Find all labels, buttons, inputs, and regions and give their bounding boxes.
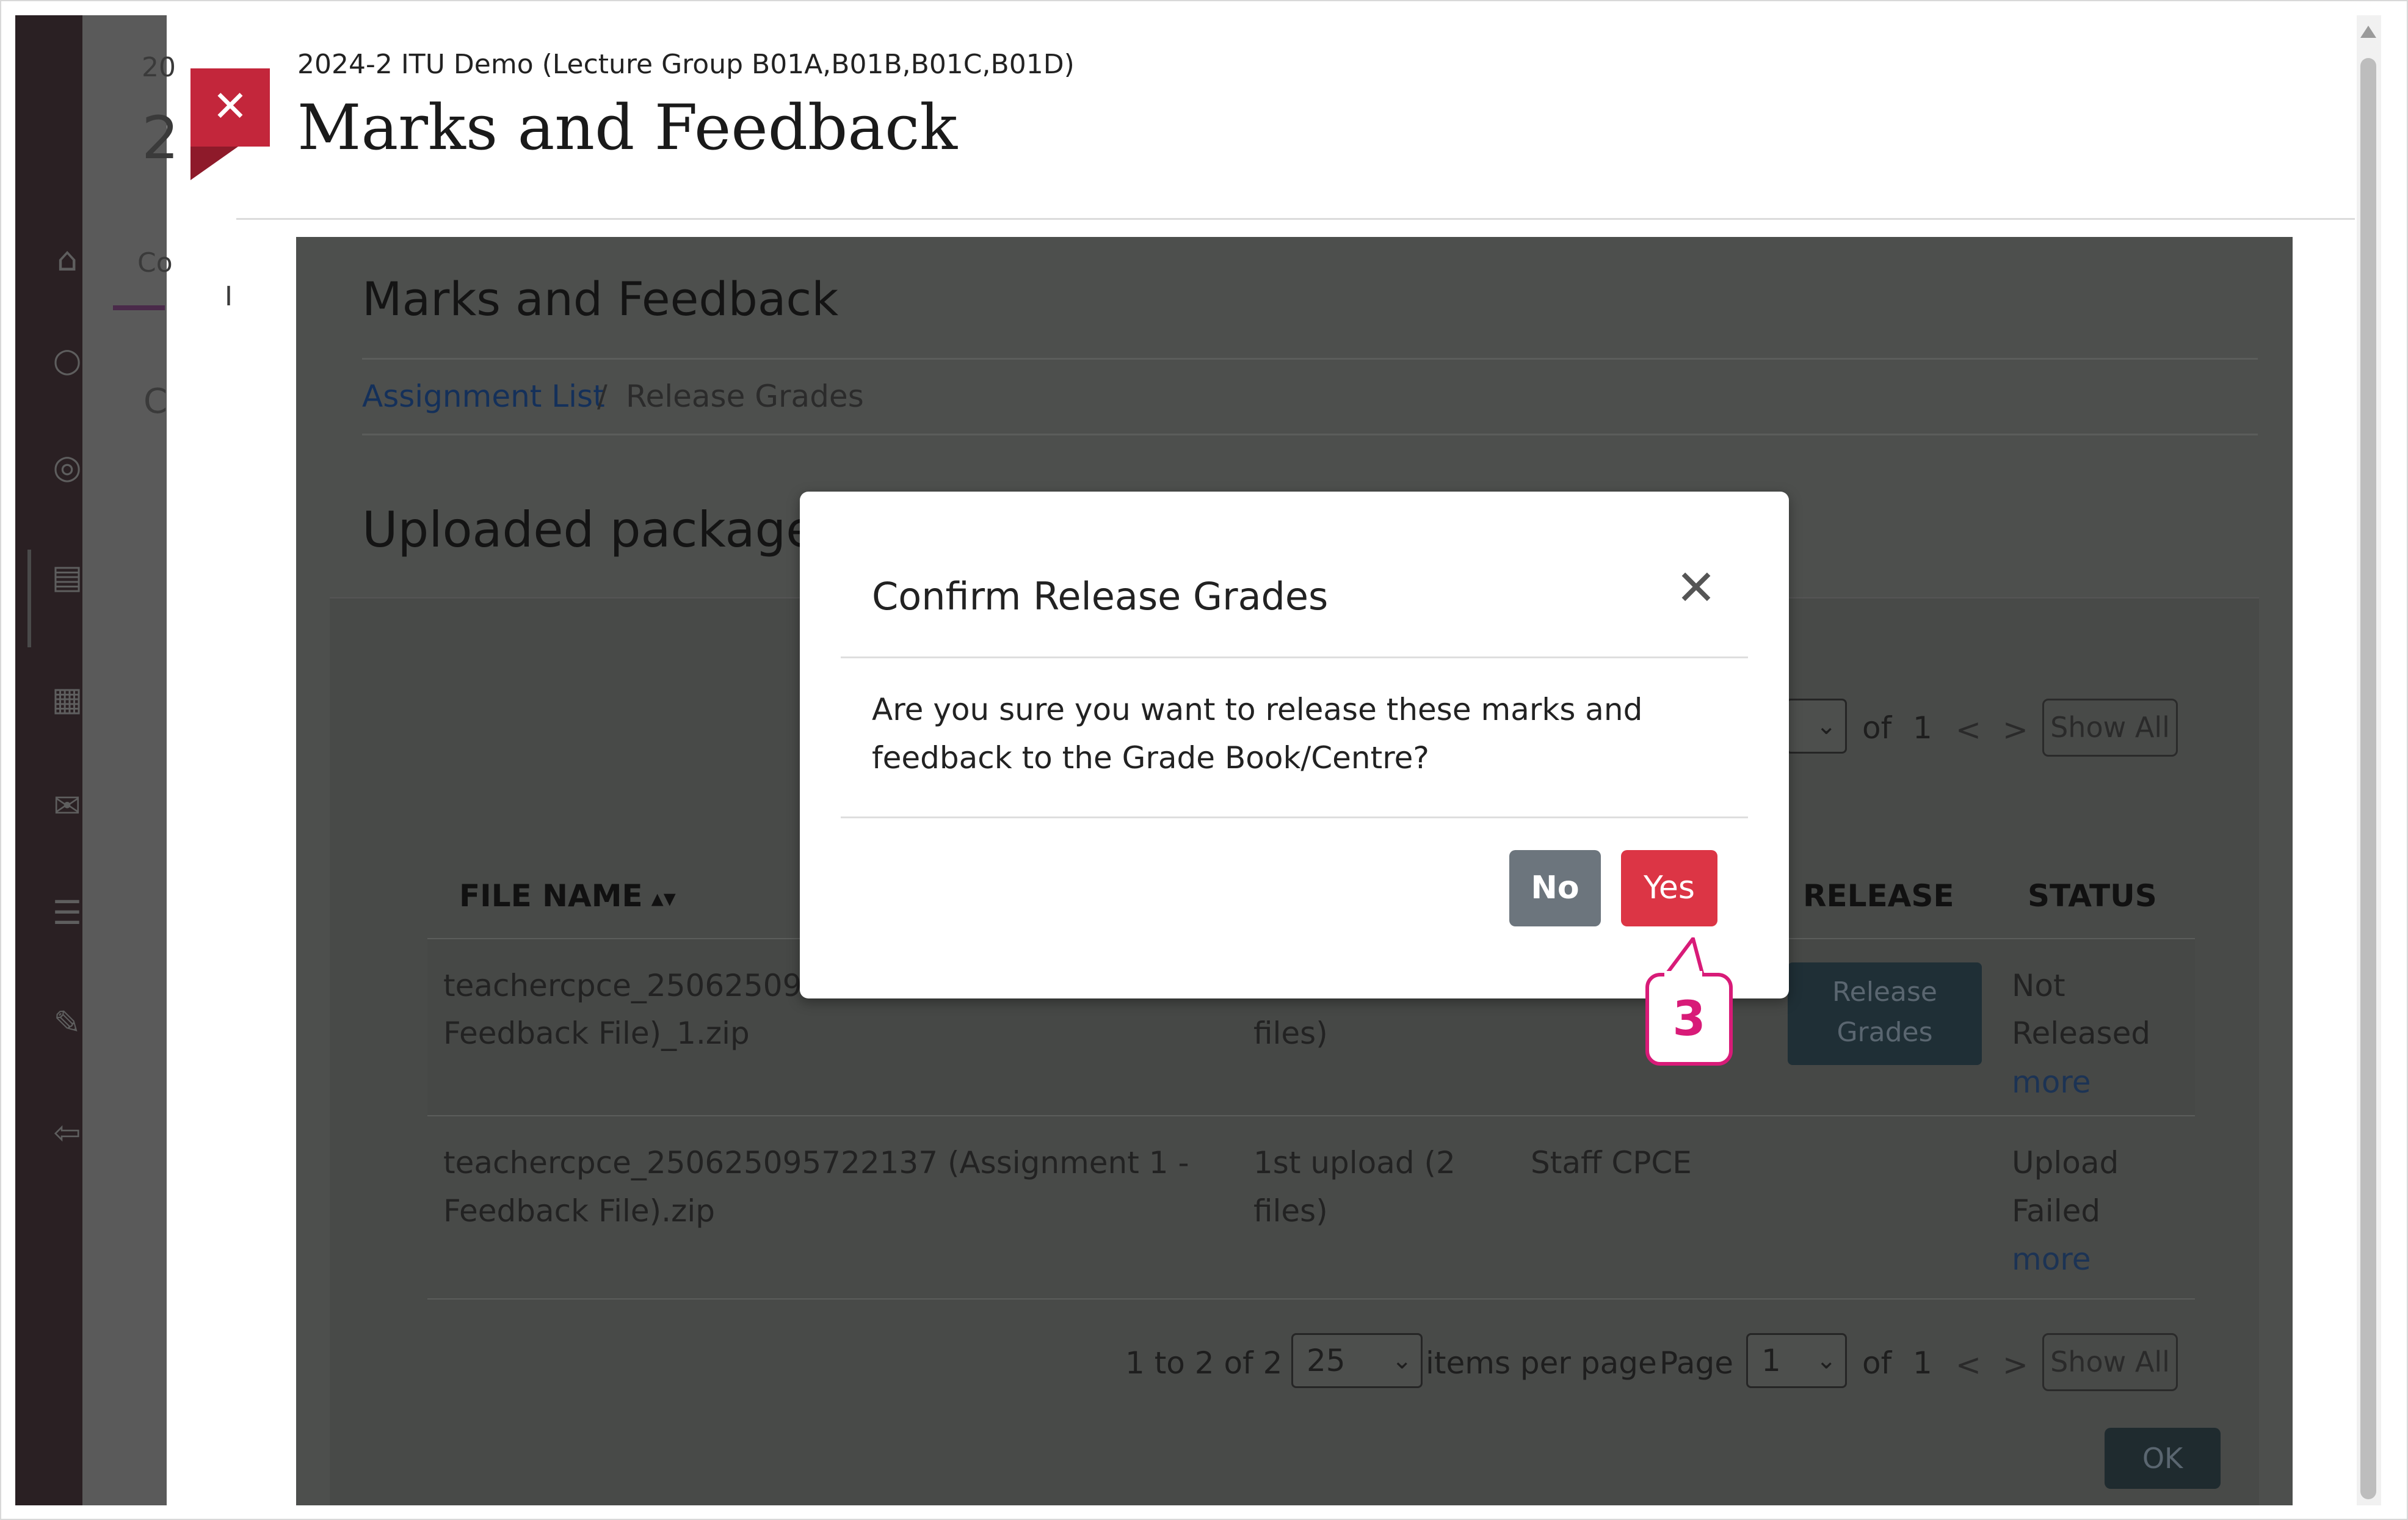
chevron-down-icon: ⌄ [1391, 1347, 1412, 1375]
row1-file-line2: Feedback File)_1.zip [443, 1016, 750, 1051]
row2-file-line2: Feedback File).zip [443, 1193, 715, 1229]
background-tab-underline [113, 305, 165, 310]
confirm-release-dialog: Confirm Release Grades ✕ Are you sure yo… [800, 492, 1789, 998]
row1-file-line1: teachercpce_25062509572 [443, 968, 860, 1003]
close-modal-button[interactable]: ✕ [190, 68, 270, 147]
top-pager-next[interactable]: > [2003, 712, 2028, 747]
breadcrumb-current: Release Grades [626, 379, 864, 414]
row-divider [427, 1298, 2195, 1300]
no-button[interactable]: No [1509, 850, 1601, 926]
edit-icon: ✎ [53, 1003, 81, 1042]
background-nav-indicator [27, 550, 31, 647]
modal-header-divider [236, 218, 2355, 220]
row2-status-line2: Failed [2012, 1193, 2101, 1229]
background-course-fragment: 20 [142, 52, 176, 83]
step-callout: 3 [1645, 973, 1733, 1066]
dialog-title: Confirm Release Grades [872, 574, 1329, 619]
bottom-pager-of: of [1862, 1345, 1892, 1381]
release-header: RELEASE [1803, 878, 1954, 914]
dialog-close-icon[interactable]: ✕ [1672, 564, 1721, 613]
row1-upload-line2: files) [1253, 1016, 1328, 1051]
course-icon: ▤ [51, 558, 83, 596]
row2-status-line1: Upload [2012, 1145, 2119, 1180]
background-panel [82, 15, 167, 1505]
items-per-page-select[interactable]: 25 ⌄ [1291, 1333, 1423, 1388]
row2-upload-line2: files) [1253, 1193, 1328, 1229]
release-grades-button[interactable]: Release Grades [1788, 962, 1982, 1065]
bottom-pager-page-label: Page [1659, 1345, 1734, 1381]
grades-icon: ☰ [52, 893, 82, 932]
dialog-header-divider [841, 656, 1748, 658]
bottom-show-all-button[interactable]: Show All [2042, 1333, 2178, 1391]
sort-icon: ▴▾ [651, 884, 676, 912]
scrollbar-thumb[interactable] [2360, 58, 2376, 1499]
items-per-page-label: items per page [1426, 1345, 1657, 1381]
top-page-select[interactable]: ⌄ [1786, 699, 1847, 754]
bottom-pager-range: 1 to 2 of 2 [1125, 1345, 1283, 1381]
uploaded-packages-heading: Uploaded packages f [362, 501, 874, 558]
yes-button[interactable]: Yes [1621, 850, 1717, 926]
breadcrumb-divider [362, 434, 2258, 435]
modal-title: Marks and Feedback [297, 92, 958, 164]
row1-status-line1: Not [2012, 968, 2065, 1003]
background-tab-fragment: Co [137, 247, 173, 278]
breadcrumb-separator: / [597, 379, 607, 414]
calendar-icon: ▦ [51, 680, 83, 718]
row2-uploader: Staff CPCE [1531, 1145, 1692, 1180]
background-nav-strip [15, 15, 82, 1505]
chevron-down-icon: ⌄ [1816, 1347, 1837, 1375]
row1-more-link[interactable]: more [2012, 1058, 2091, 1106]
bottom-pager-total: 1 [1913, 1345, 1932, 1381]
row2-more-link[interactable]: more [2012, 1235, 2091, 1283]
bottom-page-select[interactable]: 1 ⌄ [1746, 1333, 1847, 1388]
top-pager-total: 1 [1913, 710, 1932, 746]
ok-button[interactable]: OK [2105, 1428, 2221, 1489]
bottom-pager-next[interactable]: > [2003, 1347, 2028, 1383]
status-header: STATUS [2028, 878, 2157, 914]
page-heading: Marks and Feedback [362, 272, 839, 326]
chevron-down-icon: ⌄ [1816, 712, 1837, 740]
top-pager-prev[interactable]: < [1956, 712, 1981, 747]
top-pager-of: of [1862, 710, 1892, 746]
breadcrumb-assignment-list-link[interactable]: Assignment List [362, 379, 605, 414]
file-name-header-label: FILE NAME [459, 878, 643, 914]
signout-icon: ⇦ [53, 1113, 81, 1152]
row2-file-line1: teachercpce_250625095722137 (Assignment … [443, 1145, 1189, 1180]
background-tab-fragment-2: I [225, 281, 233, 312]
user-icon: ○ [53, 341, 82, 379]
bottom-pager-prev[interactable]: < [1956, 1347, 1981, 1383]
heading-divider [362, 358, 2258, 360]
background-heading-fragment: C [143, 382, 168, 421]
close-flag-tail [190, 147, 238, 180]
top-show-all-button[interactable]: Show All [2042, 699, 2178, 757]
background-title-fragment: 2 [142, 104, 180, 172]
scroll-up-arrow-icon[interactable] [2360, 26, 2376, 38]
dialog-footer-divider [841, 816, 1748, 818]
file-name-header[interactable]: FILE NAME ▴▾ [459, 878, 676, 914]
globe-icon: ◎ [53, 448, 82, 486]
bottom-page-value: 1 [1761, 1343, 1781, 1378]
items-per-page-value: 25 [1307, 1343, 1346, 1378]
dialog-message: Are you sure you want to release these m… [872, 692, 1643, 776]
modal-course-name: 2024-2 ITU Demo (Lecture Group B01A,B01B… [297, 49, 1075, 80]
row-divider [427, 1115, 2195, 1116]
mail-icon: ✉ [53, 787, 81, 825]
row2-upload-line1: 1st upload (2 [1253, 1145, 1456, 1180]
callout-pointer-mask [1664, 971, 1702, 978]
institution-icon: ⌂ [56, 240, 78, 278]
row1-status-line2: Released [2012, 1016, 2151, 1051]
